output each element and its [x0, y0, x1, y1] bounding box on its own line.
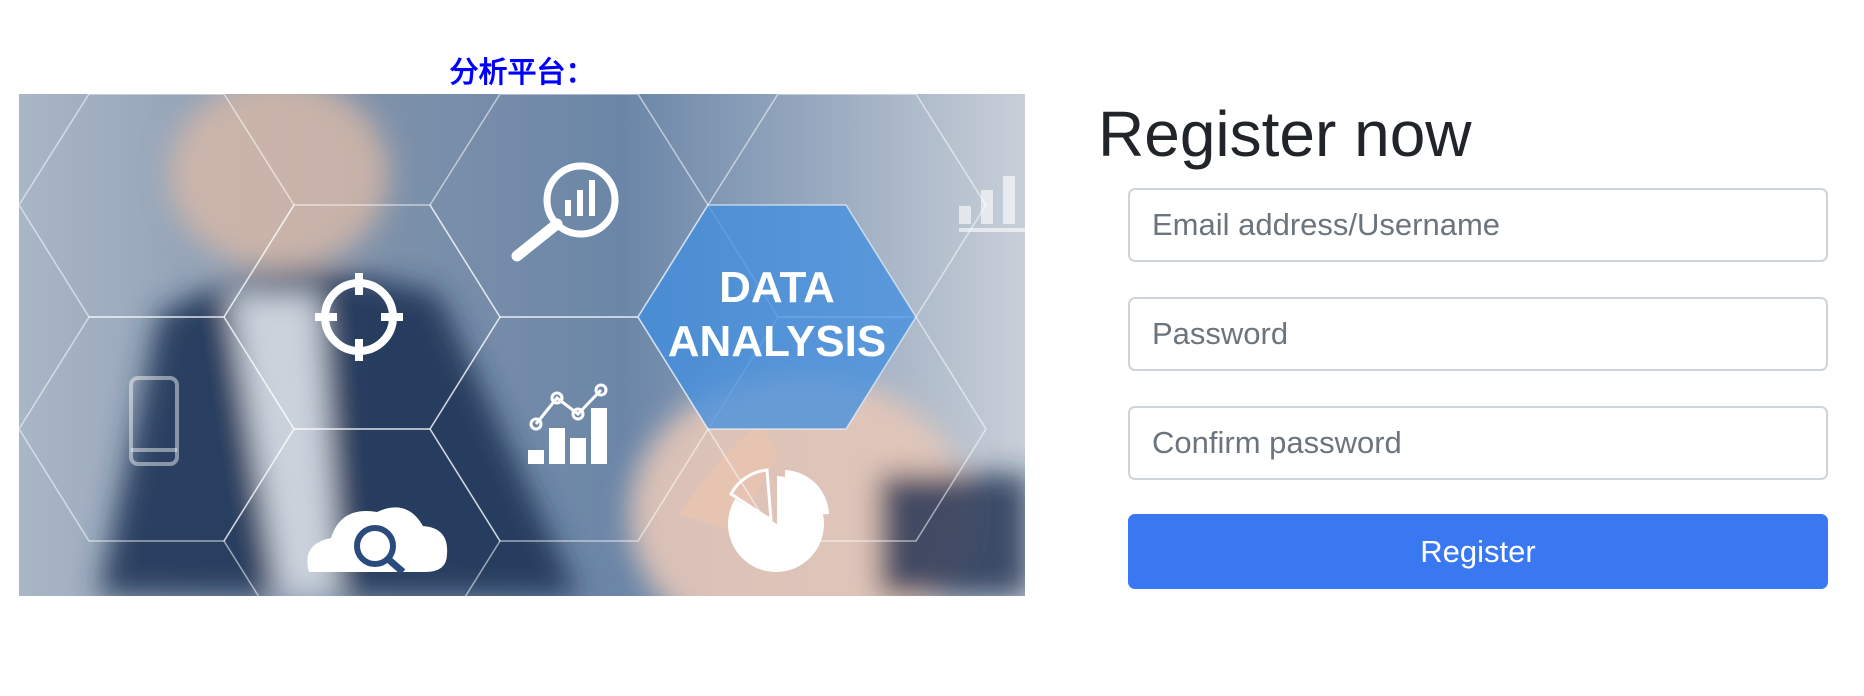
platform-section: 分析平台：: [19, 50, 1025, 94]
register-button[interactable]: Register: [1128, 514, 1828, 589]
data-analysis-banner: DATA ANALYSIS: [19, 94, 1025, 596]
email-username-field[interactable]: [1128, 188, 1828, 262]
platform-title: 分析平台：: [449, 55, 595, 89]
password-field[interactable]: [1128, 297, 1828, 371]
register-heading: Register now: [1098, 98, 1472, 170]
register-panel: Register now Register: [1098, 96, 1830, 589]
banner-illustration: DATA ANALYSIS: [19, 94, 1025, 596]
banner-headline-line2: ANALYSIS: [668, 317, 886, 366]
confirm-password-field[interactable]: [1128, 406, 1828, 480]
banner-headline-line1: DATA: [719, 263, 835, 312]
